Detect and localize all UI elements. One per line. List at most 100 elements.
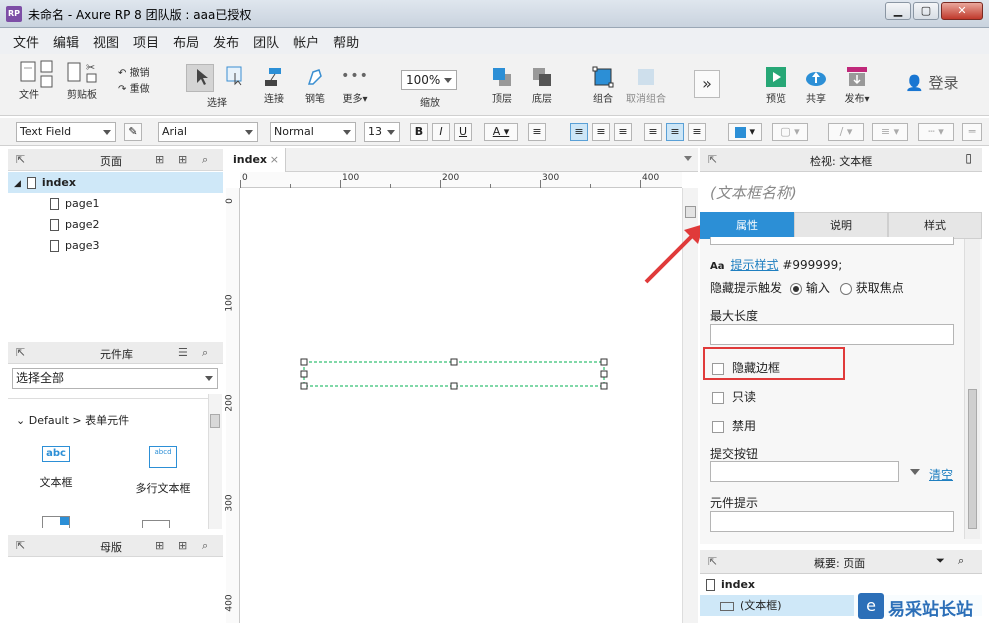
publish-button[interactable]: 发布▾ xyxy=(842,66,872,105)
page-item-page3[interactable]: page3 xyxy=(8,235,223,256)
widget-type-select[interactable]: Text Field xyxy=(16,122,116,142)
preview-button[interactable]: 预览 xyxy=(762,66,790,105)
scrollbar-thumb[interactable] xyxy=(210,414,220,428)
share-button[interactable]: 共享 xyxy=(802,66,830,105)
menu-layout[interactable]: 布局 xyxy=(166,32,206,51)
italic-button[interactable]: I xyxy=(432,123,450,141)
close-tab-icon[interactable]: × xyxy=(270,148,279,172)
page-item-index[interactable]: ◢ index xyxy=(8,172,223,193)
font-weight-select[interactable]: Normal xyxy=(270,122,356,142)
fill-color-button[interactable]: ▾ xyxy=(728,123,762,141)
selected-textfield-widget[interactable] xyxy=(240,188,682,623)
align-left-button[interactable]: ≡ xyxy=(570,123,588,141)
tab-style[interactable]: 样式 xyxy=(888,212,982,239)
menu-help[interactable]: 帮助 xyxy=(326,32,366,51)
library-group-header[interactable]: ⌄ Default > 表单元件 xyxy=(16,412,129,428)
add-folder-icon[interactable]: ⊞ xyxy=(178,153,187,166)
menu-lines-icon[interactable]: ☰ xyxy=(178,346,188,359)
save-icon[interactable] xyxy=(40,60,54,90)
disabled-checkbox[interactable] xyxy=(712,420,724,433)
readonly-checkbox[interactable] xyxy=(712,391,724,404)
add-master-icon[interactable]: ⊞ xyxy=(155,539,164,552)
page-item-page2[interactable]: page2 xyxy=(8,214,223,235)
group-button[interactable]: 组合 xyxy=(589,66,617,105)
valign-bottom-button[interactable]: ≡ xyxy=(688,123,706,141)
connect-button[interactable]: 连接 xyxy=(260,66,288,105)
zoom-select[interactable]: 100% xyxy=(401,70,457,90)
expand-triangle-icon[interactable]: ◢ xyxy=(14,179,21,189)
add-page-icon[interactable]: ⊞ xyxy=(155,153,164,166)
font-size-select[interactable]: 13 xyxy=(364,122,400,142)
tab-list-chevron-icon[interactable] xyxy=(684,156,692,161)
radio-focus[interactable] xyxy=(839,282,852,295)
maximize-button[interactable]: ▢ xyxy=(913,2,939,20)
pen-button[interactable]: 钢笔 xyxy=(301,66,329,105)
menu-edit[interactable]: 编辑 xyxy=(46,32,86,51)
valign-top-button[interactable]: ≡ xyxy=(644,123,662,141)
ungroup-button[interactable]: 取消组合 xyxy=(626,66,666,105)
bold-button[interactable]: B xyxy=(410,123,428,141)
disabled-row[interactable]: 禁用 xyxy=(712,417,756,434)
menu-project[interactable]: 项目 xyxy=(126,32,166,51)
arrow-style-button[interactable]: ═ xyxy=(962,123,982,141)
bullet-list-button[interactable]: ≡ xyxy=(528,123,546,141)
align-right-button[interactable]: ≡ xyxy=(614,123,632,141)
search-icon[interactable]: ⌕ xyxy=(202,153,208,167)
submit-button-select[interactable] xyxy=(710,461,899,482)
clipboard-button[interactable]: ✂ 剪贴板 xyxy=(64,60,100,101)
underline-button[interactable]: U xyxy=(454,123,472,141)
page-item-page1[interactable]: page1 xyxy=(8,193,223,214)
login-button[interactable]: 👤 登录 xyxy=(905,72,958,93)
scrollbar-thumb[interactable] xyxy=(968,389,977,529)
search-icon[interactable]: ⌕ xyxy=(958,554,964,568)
font-family-select[interactable]: Arial xyxy=(158,122,258,142)
menu-file[interactable]: 文件 xyxy=(6,32,46,51)
search-icon[interactable]: ⌕ xyxy=(202,539,208,553)
radio-input[interactable] xyxy=(789,282,802,295)
collapse-arrow-icon[interactable]: ⇱ xyxy=(708,555,717,568)
widget-textfield[interactable]: abc 文本框 xyxy=(34,446,78,490)
collapse-arrow-icon[interactable]: ⇱ xyxy=(16,346,25,359)
library-select[interactable]: 选择全部 xyxy=(12,368,218,389)
line-style-button[interactable]: ┄ ▾ xyxy=(918,123,954,141)
widget-textarea[interactable]: abcd 多行文本框 xyxy=(126,446,200,496)
tab-notes[interactable]: 说明 xyxy=(794,212,888,239)
add-folder-icon[interactable]: ⊞ xyxy=(178,539,187,552)
chevron-down-icon[interactable] xyxy=(910,469,920,475)
bring-front-button[interactable]: 顶层 xyxy=(488,66,516,105)
tooltip-input[interactable] xyxy=(710,511,954,532)
font-color-button[interactable]: A ▾ xyxy=(484,123,518,141)
style-editor-button[interactable]: ✎ xyxy=(124,123,142,141)
collapse-arrow-icon[interactable]: ⇱ xyxy=(16,539,25,552)
minimize-button[interactable]: ▁ xyxy=(885,2,911,20)
hint-style-link[interactable]: 提示样式 xyxy=(731,258,779,272)
listbox-widget-icon[interactable] xyxy=(142,520,170,528)
menu-publish[interactable]: 发布 xyxy=(206,32,246,51)
toolbar-overflow-button[interactable]: » xyxy=(694,70,720,98)
dropdown-widget-icon[interactable] xyxy=(42,516,70,528)
max-length-input[interactable] xyxy=(710,324,954,345)
send-back-button[interactable]: 底层 xyxy=(528,66,556,105)
clear-link[interactable]: 清空 xyxy=(929,466,953,483)
search-icon[interactable]: ⌕ xyxy=(202,346,208,360)
menu-account[interactable]: 帐户 xyxy=(286,32,326,51)
menu-view[interactable]: 视图 xyxy=(86,32,126,51)
page-notes-icon[interactable]: ▯ xyxy=(965,151,972,165)
shadow-button[interactable]: ▢ ▾ xyxy=(772,123,808,141)
filter-icon[interactable]: ⏷ xyxy=(936,554,945,568)
select-contain-button[interactable] xyxy=(222,64,248,88)
collapse-arrow-icon[interactable]: ⇱ xyxy=(16,153,25,166)
hint-text-field[interactable] xyxy=(710,237,954,245)
undo-button[interactable]: ↶ 撤销 xyxy=(118,64,158,79)
redo-button[interactable]: ↷ 重做 xyxy=(118,80,158,95)
inspector-scrollbar[interactable] xyxy=(964,239,980,539)
align-center-button[interactable]: ≡ xyxy=(592,123,610,141)
scrollbar-thumb[interactable] xyxy=(685,206,696,218)
line-color-button[interactable]: ∕ ▾ xyxy=(828,123,864,141)
tab-index[interactable]: index × xyxy=(226,148,286,172)
tab-properties[interactable]: 属性 xyxy=(700,212,794,239)
library-scrollbar[interactable] xyxy=(208,394,222,529)
line-width-button[interactable]: ≡ ▾ xyxy=(872,123,908,141)
valign-middle-button[interactable]: ≡ xyxy=(666,123,684,141)
design-canvas[interactable] xyxy=(240,188,682,623)
